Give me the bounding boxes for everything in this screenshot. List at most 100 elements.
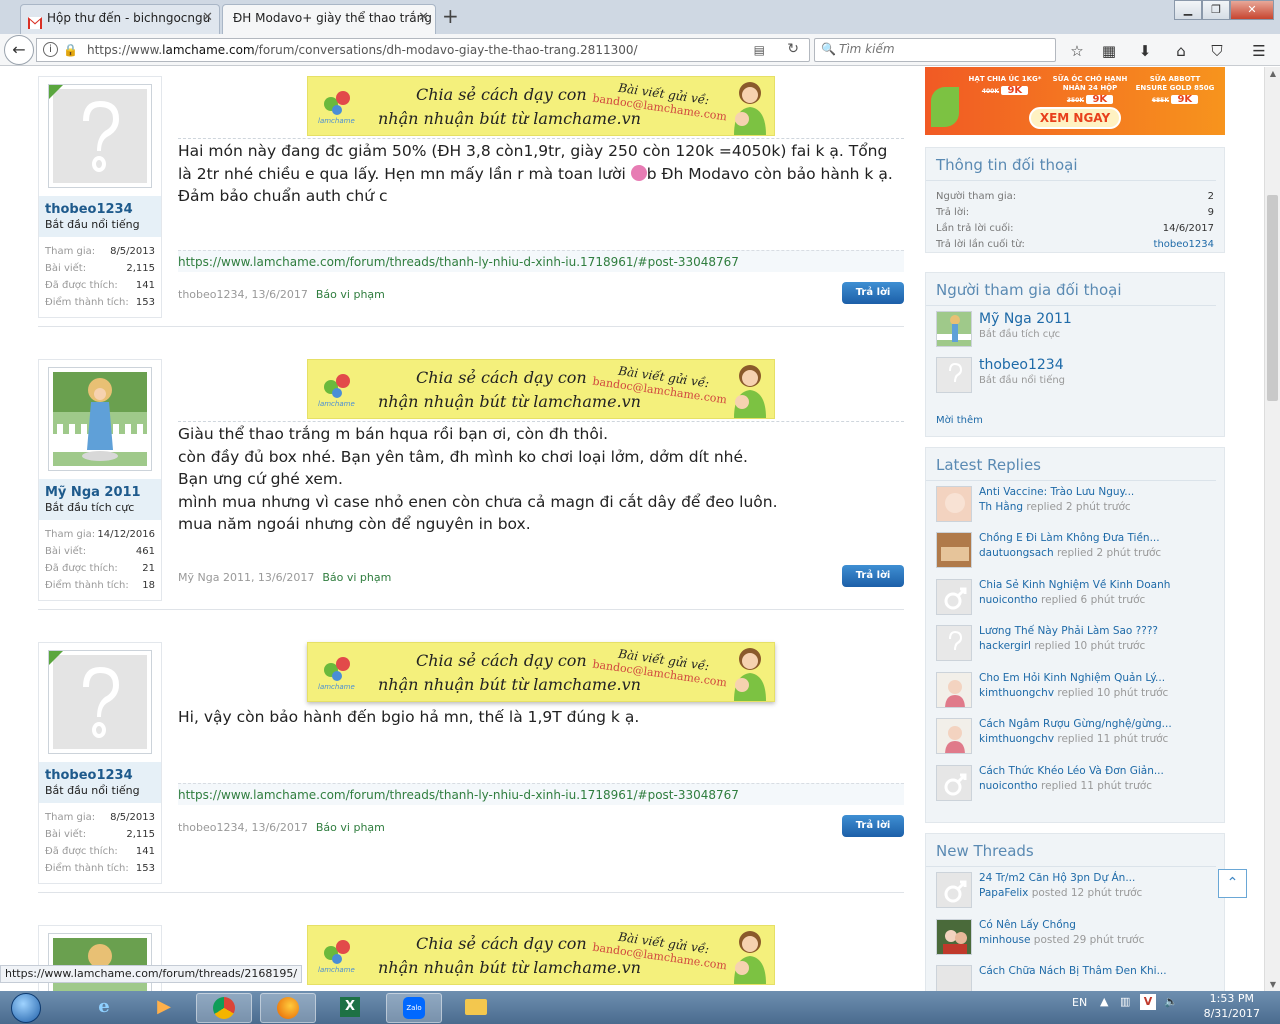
clock[interactable]: 1:53 PM 8/31/2017 <box>1204 991 1260 1021</box>
avatar[interactable] <box>48 367 152 471</box>
ie-icon[interactable]: e <box>76 993 132 1023</box>
participant-name[interactable]: Mỹ Nga 2011 <box>979 311 1072 327</box>
username-link[interactable]: thobeo1234 <box>45 768 155 783</box>
male-avatar-icon[interactable] <box>936 765 972 801</box>
pocket-icon[interactable]: ⛉ <box>1206 42 1228 60</box>
chrome-icon[interactable] <box>196 993 252 1023</box>
minimize-button[interactable]: ▁ <box>1174 0 1202 20</box>
lock-icon[interactable]: 🔒 <box>63 43 78 57</box>
bookmark-star-icon[interactable]: ☆ <box>1066 42 1088 60</box>
default-avatar-icon[interactable] <box>936 625 972 661</box>
firefox-icon[interactable] <box>260 993 316 1023</box>
xem-ngay-button[interactable]: XEM NGAY <box>1029 107 1121 129</box>
back-button[interactable]: ← <box>4 35 34 65</box>
invite-more-link[interactable]: Mời thêm <box>936 415 983 426</box>
default-avatar-icon[interactable] <box>936 357 972 393</box>
back-to-top-button[interactable]: ⌃ <box>1218 869 1247 898</box>
reply-item[interactable]: Lương Thế Này Phải Làm Sao ???? hackergir… <box>936 625 1222 665</box>
last-replier-link[interactable]: thobeo1234 <box>1154 237 1214 253</box>
reply-button[interactable]: Trả lời <box>842 565 904 587</box>
tab-gmail[interactable]: Hộp thư đến - bichngocngu ✕ <box>20 4 220 34</box>
reply-item[interactable]: Cách Ngâm Rượu Gừng/nghệ/gừng... kimthuon… <box>936 718 1222 758</box>
participant-item[interactable]: thobeo1234 Bắt đầu nổi tiếng <box>936 357 1216 395</box>
scroll-down-icon[interactable]: ▼ <box>1265 980 1280 989</box>
promo-ad[interactable]: HẠT CHIA ÚC 1KG* 400K 9K SỮA ÓC CHÓ HẠNH … <box>925 67 1225 135</box>
lamchame-banner[interactable]: lamchame Chia sẻ cách dạy con nhận nhuận… <box>307 359 775 419</box>
search-bar[interactable]: 🔍 <box>814 38 1056 62</box>
male-avatar-icon[interactable] <box>936 872 972 908</box>
url-bar[interactable]: i 🔒 https://www.lamchame.com/forum/conve… <box>36 38 810 62</box>
username-link[interactable]: Mỹ Nga 2011 <box>45 485 155 500</box>
download-icon[interactable]: ⬇ <box>1134 42 1156 60</box>
reader-view-icon[interactable]: ▤ <box>754 43 765 57</box>
thread-title-link[interactable]: Chồng E Đi Làm Không Đưa Tiền... <box>979 532 1160 544</box>
thread-title-link[interactable]: Anti Vaccine: Trào Lưu Nguy... <box>979 486 1134 498</box>
scroll-up-icon[interactable]: ▲ <box>1265 69 1280 78</box>
language-indicator[interactable]: EN <box>1072 996 1087 1009</box>
scrollbar-thumb[interactable] <box>1267 195 1278 401</box>
thread-title-link[interactable]: Cách Chữa Nách Bị Thâm Đen Khi... <box>979 965 1167 977</box>
reply-item[interactable]: Chồng E Đi Làm Không Đưa Tiền... dautuong… <box>936 532 1222 572</box>
thread-title-link[interactable]: 24 Tr/m2 Căn Hộ 3pn Dự Án... <box>979 872 1135 884</box>
file-explorer-icon[interactable] <box>448 993 504 1023</box>
avatar[interactable] <box>48 650 152 754</box>
avatar[interactable] <box>936 672 972 708</box>
zalo-icon[interactable]: Zalo <box>386 993 442 1023</box>
thread-item[interactable]: 24 Tr/m2 Căn Hộ 3pn Dự Án... PapaFelix po… <box>936 872 1222 912</box>
male-avatar-icon[interactable] <box>936 965 972 991</box>
antivirus-icon[interactable]: V <box>1140 994 1156 1010</box>
avatar[interactable] <box>936 486 972 522</box>
close-icon[interactable]: ✕ <box>202 5 213 31</box>
reply-button[interactable]: Trả lời <box>842 815 904 837</box>
info-icon[interactable]: i <box>43 42 58 57</box>
reply-item[interactable]: Cho Em Hỏi Kinh Nghiệm Quản Lý... kimthuo… <box>936 672 1222 712</box>
participant-item[interactable]: Mỹ Nga 2011 Bắt đầu tích cực <box>936 311 1216 349</box>
avatar[interactable] <box>936 311 972 347</box>
report-link[interactable]: Báo vi phạm <box>316 821 385 834</box>
network-icon[interactable]: ▥ <box>1120 995 1130 1008</box>
url-text[interactable]: https://www.lamchame.com/forum/conversat… <box>87 43 638 57</box>
signature-link[interactable]: https://www.lamchame.com/forum/threads/t… <box>178 250 904 272</box>
lamchame-banner[interactable]: lamchame Chia sẻ cách dạy con nhận nhuận… <box>307 642 775 702</box>
reply-button[interactable]: Trả lời <box>842 282 904 304</box>
avatar[interactable] <box>936 718 972 754</box>
volume-icon[interactable]: 🔈 <box>1164 995 1178 1008</box>
report-link[interactable]: Báo vi phạm <box>316 288 385 301</box>
menu-icon[interactable]: ☰ <box>1248 42 1270 60</box>
reply-item[interactable]: Cách Thức Khéo Léo Và Đơn Giản... nuoicon… <box>936 765 1222 805</box>
reply-item[interactable]: Anti Vaccine: Trào Lưu Nguy... Th Hằng re… <box>936 486 1222 526</box>
avatar[interactable] <box>936 919 972 955</box>
thread-item[interactable]: Có Nên Lấy Chồng minhouse posted 29 phút … <box>936 919 1222 959</box>
close-icon[interactable]: ✕ <box>418 5 429 31</box>
start-button[interactable] <box>4 992 48 1024</box>
media-player-icon[interactable]: ▶ <box>136 993 192 1023</box>
thread-title-link[interactable]: Có Nên Lấy Chồng <box>979 919 1076 931</box>
reload-icon[interactable]: ↻ <box>787 41 799 57</box>
library-icon[interactable]: ▦ <box>1098 42 1120 60</box>
tab-conversation[interactable]: ĐH Modavo+ giày thể thao trắng ✕ <box>222 4 436 34</box>
thread-item[interactable]: Cách Chữa Nách Bị Thâm Đen Khi... <box>936 965 1222 991</box>
thread-title-link[interactable]: Cách Ngâm Rượu Gừng/nghệ/gừng... <box>979 718 1172 730</box>
thread-title-link[interactable]: Lương Thế Này Phải Làm Sao ???? <box>979 625 1158 637</box>
reply-item[interactable]: Chia Sẻ Kinh Nghiệm Về Kinh Doanh nuoicon… <box>936 579 1222 619</box>
show-hidden-icons-icon[interactable]: ▲ <box>1100 995 1108 1008</box>
signature-link[interactable]: https://www.lamchame.com/forum/threads/t… <box>178 783 904 805</box>
lamchame-banner[interactable]: lamchame Chia sẻ cách dạy con nhận nhuận… <box>307 925 775 985</box>
thread-title-link[interactable]: Cho Em Hỏi Kinh Nghiệm Quản Lý... <box>979 672 1165 684</box>
excel-icon[interactable]: X <box>322 993 378 1023</box>
page-scrollbar[interactable]: ▲ ▼ <box>1264 67 1280 991</box>
avatar[interactable] <box>936 532 972 568</box>
search-input[interactable] <box>839 42 1049 56</box>
report-link[interactable]: Báo vi phạm <box>322 571 391 584</box>
username-link[interactable]: thobeo1234 <box>45 202 155 217</box>
restore-button[interactable]: ❐ <box>1202 0 1230 20</box>
thread-title-link[interactable]: Chia Sẻ Kinh Nghiệm Về Kinh Doanh <box>979 579 1170 591</box>
participant-name[interactable]: thobeo1234 <box>979 357 1064 373</box>
male-avatar-icon[interactable] <box>936 579 972 615</box>
lamchame-banner[interactable]: lamchame Chia sẻ cách dạy con nhận nhuận… <box>307 76 775 136</box>
close-window-button[interactable]: ✕ <box>1230 0 1274 20</box>
avatar[interactable] <box>48 84 152 188</box>
thread-title-link[interactable]: Cách Thức Khéo Léo Và Đơn Giản... <box>979 765 1164 777</box>
new-tab-button[interactable]: + <box>442 6 459 26</box>
home-icon[interactable]: ⌂ <box>1170 42 1192 60</box>
